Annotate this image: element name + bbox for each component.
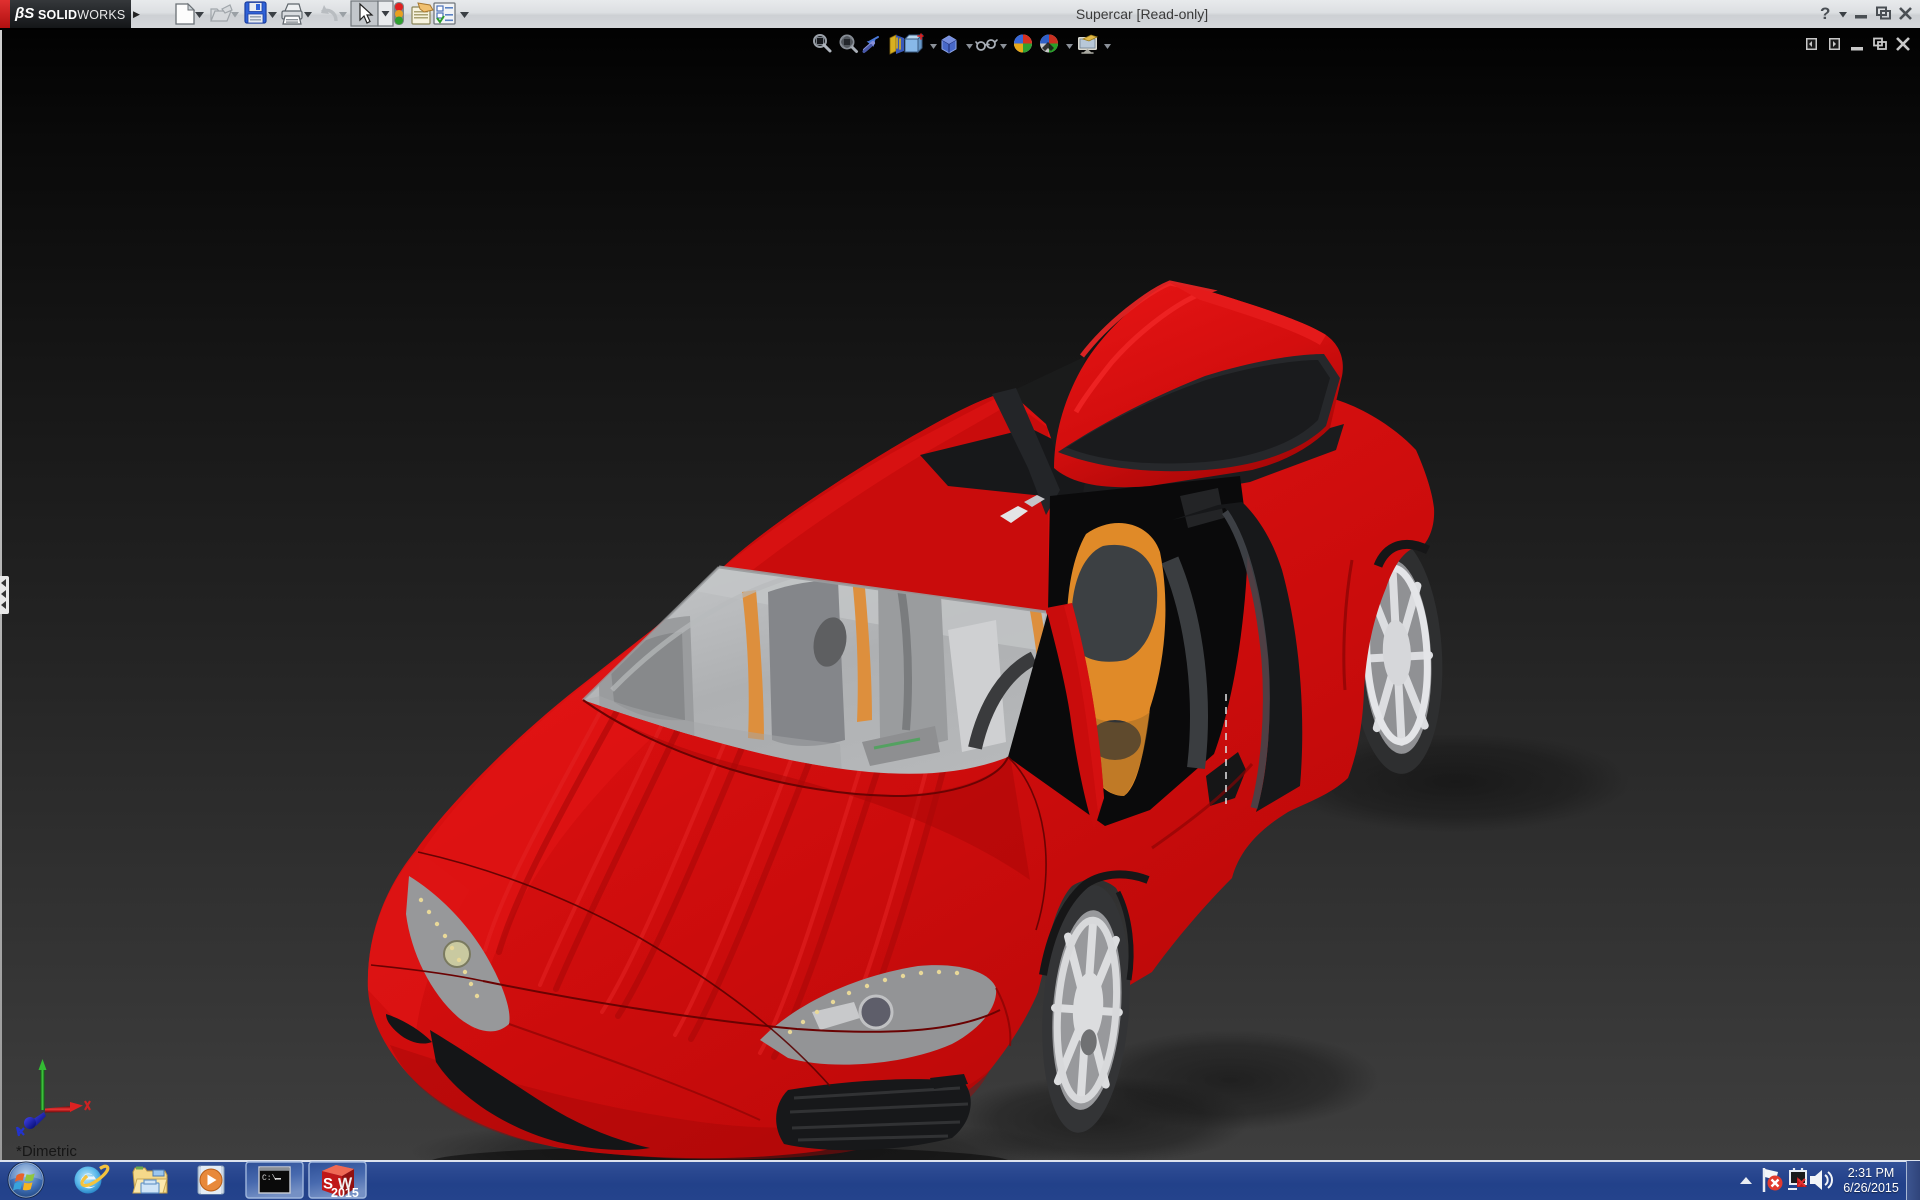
svg-text:2015: 2015 [331, 1186, 359, 1200]
svg-text:C:\: C:\ [262, 1174, 277, 1183]
